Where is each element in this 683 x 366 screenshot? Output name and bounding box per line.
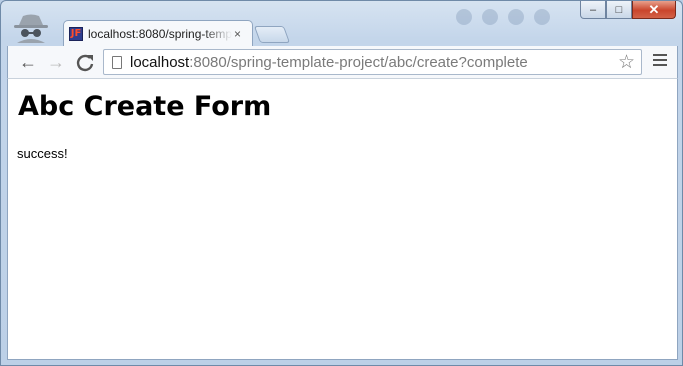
- browser-window: – □ ✕ JF localhost:8080/spring-template-…: [0, 0, 683, 366]
- menu-bar: [653, 54, 667, 56]
- success-message: success!: [17, 146, 68, 161]
- blurred-icon: [534, 9, 550, 25]
- url-path: :8080/spring-template-project/abc/create…: [189, 53, 528, 71]
- bookmark-star-icon[interactable]: ☆: [618, 51, 635, 74]
- tab-active[interactable]: JF localhost:8080/spring-template-projec…: [63, 20, 253, 47]
- blurred-icon: [456, 9, 472, 25]
- blurred-icon: [508, 9, 524, 25]
- forward-arrow-icon[interactable]: →: [46, 53, 66, 73]
- close-window-button[interactable]: ✕: [632, 1, 676, 19]
- titlebar-background-icons: [456, 9, 550, 25]
- maximize-button[interactable]: □: [606, 1, 632, 19]
- url-text[interactable]: localhost:8080/spring-template-project/a…: [130, 54, 528, 71]
- browser-toolbar: ← → localhost:8080/spring-template-proje…: [7, 46, 678, 78]
- new-tab-button[interactable]: [253, 26, 291, 43]
- minimize-button[interactable]: –: [580, 1, 606, 19]
- tab-close-icon[interactable]: ×: [234, 27, 241, 41]
- page-viewport: Abc Create Form success!: [7, 78, 678, 360]
- window-controls: – □ ✕: [580, 1, 676, 19]
- favicon-icon: JF: [69, 27, 83, 41]
- back-arrow-icon[interactable]: ←: [18, 53, 38, 73]
- url-host: localhost: [130, 53, 190, 71]
- menu-bar: [653, 59, 667, 61]
- page-heading: Abc Create Form: [18, 91, 272, 122]
- hamburger-menu-icon[interactable]: [653, 54, 667, 69]
- tab-title: localhost:8080/spring-template-project/a…: [88, 27, 232, 41]
- incognito-icon: [14, 14, 48, 43]
- menu-bar: [653, 64, 667, 66]
- address-bar[interactable]: localhost:8080/spring-template-project/a…: [103, 49, 642, 75]
- reload-icon[interactable]: [75, 53, 95, 73]
- page-icon: [112, 55, 122, 69]
- blurred-icon: [482, 9, 498, 25]
